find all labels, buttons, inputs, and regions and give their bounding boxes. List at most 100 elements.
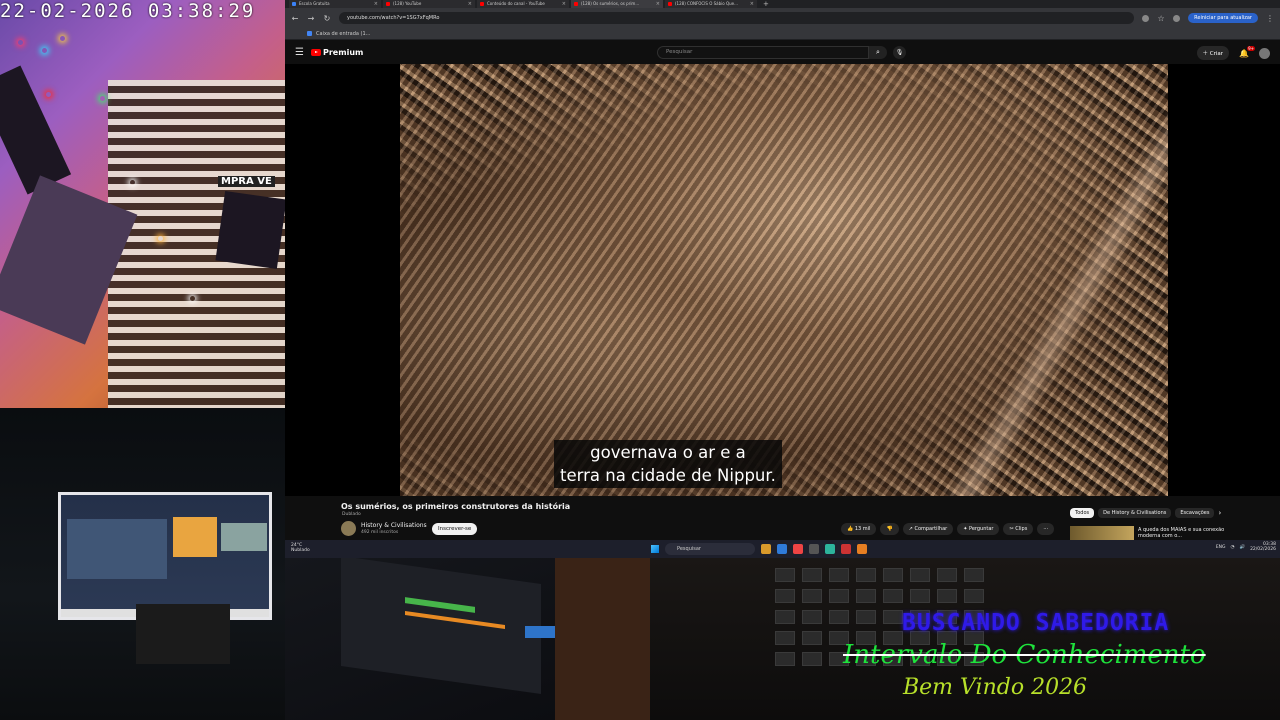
video-player[interactable]: governava o ar e a terra na cidade de Ni…	[285, 64, 1280, 496]
share-button[interactable]: ↗ Compartilhar	[902, 523, 954, 535]
recommended-video-thumbnail[interactable]	[1070, 526, 1134, 540]
channel-avatar[interactable]	[341, 521, 356, 536]
search-bar: Pesquisar ⌕ 🎙	[657, 46, 906, 59]
tab-youtube[interactable]: (128) YouTube ×	[383, 0, 475, 8]
close-icon[interactable]: ×	[750, 0, 754, 8]
app-icon[interactable]	[809, 544, 819, 554]
app-icon[interactable]	[841, 544, 851, 554]
close-icon[interactable]: ×	[562, 0, 566, 8]
windows-start-icon[interactable]	[651, 545, 659, 553]
youtube-header: ☰ Premium Pesquisar ⌕ 🎙 ＋ Criar 🔔 9+	[285, 40, 1280, 64]
secondary-monitor	[58, 492, 272, 620]
reload-icon[interactable]: ↻	[323, 14, 331, 23]
lamp-silhouette	[0, 65, 72, 195]
controller-pad	[802, 610, 822, 624]
controller-pad	[964, 568, 984, 582]
extension-icon[interactable]	[1142, 14, 1150, 22]
weather-desc: Nublado	[291, 548, 310, 553]
chip-channel[interactable]: De History & Civilisations	[1098, 508, 1172, 518]
create-button[interactable]: ＋ Criar	[1196, 46, 1230, 60]
webcam-feed: MPRA VE 22-02-2026 03:38:29	[0, 0, 285, 408]
tab-channel-content[interactable]: Conteúdo do canal - YouTube ×	[477, 0, 569, 8]
edge-icon[interactable]	[777, 544, 787, 554]
more-actions-button[interactable]: ···	[1037, 523, 1055, 535]
string-light	[190, 296, 195, 301]
avatar[interactable]	[1259, 47, 1270, 59]
bookmark-inbox[interactable]: Caixa de entrada (1...	[316, 31, 370, 37]
app-icon[interactable]	[825, 544, 835, 554]
monitor-content	[173, 517, 217, 557]
youtube-favicon-icon	[574, 2, 578, 6]
ask-button[interactable]: ✦ Perguntar	[957, 523, 1000, 535]
shop-sign: MPRA VE	[218, 176, 275, 187]
recommended-video-title[interactable]: A queda dos MAIAS e sua conexão moderna …	[1138, 527, 1228, 539]
clips-button[interactable]: ✂ Clips	[1003, 523, 1034, 535]
file-explorer-icon[interactable]	[761, 544, 771, 554]
video-frame-cuneiform-tablet[interactable]	[400, 64, 1168, 496]
taskbar-clock[interactable]: 03:38 22/02/2026	[1250, 542, 1276, 552]
controller-pad	[775, 589, 795, 603]
recommendation-chips: Todos De History & Civilisations Escavaç…	[1070, 508, 1221, 518]
controller-pad	[775, 610, 795, 624]
like-button[interactable]: 👍 13 mil	[841, 523, 877, 535]
hamburger-menu-icon[interactable]: ☰	[295, 47, 311, 58]
bookmark-star-icon[interactable]: ☆	[1157, 14, 1165, 23]
tab-strip: Escola Gratuita × (128) YouTube × Conteúdo…	[285, 0, 1280, 8]
controller-pad	[883, 589, 903, 603]
close-icon[interactable]: ×	[468, 0, 472, 8]
subscribe-button[interactable]: Inscrever-se	[432, 523, 478, 535]
controller-pad	[775, 631, 795, 645]
youtube-favicon-icon	[386, 2, 390, 6]
controller-pad	[910, 568, 930, 582]
overlay-subtitle: Intervalo Do Conhecimento	[843, 640, 1206, 670]
tab-escola[interactable]: Escola Gratuita ×	[289, 0, 381, 8]
new-tab-button[interactable]: +	[759, 0, 769, 8]
speaker-silhouette	[215, 191, 285, 269]
like-count: 13 mil	[854, 526, 871, 532]
share-label: Compartilhar	[914, 526, 948, 532]
close-icon[interactable]: ×	[656, 0, 660, 8]
bookmarks-bar: Caixa de entrada (1...	[285, 28, 1280, 40]
studio-camera-mixer	[285, 558, 555, 720]
controller-pad	[856, 610, 876, 624]
forward-icon[interactable]: →	[307, 14, 315, 23]
weather-widget[interactable]: 24°C Nublado	[291, 543, 310, 553]
menu-kebab-icon[interactable]: ⋮	[1266, 14, 1274, 23]
chrome-icon[interactable]	[793, 544, 803, 554]
back-icon[interactable]: ←	[291, 14, 299, 23]
video-actions: 👍 13 mil 👎 ↗ Compartilhar ✦ Perguntar ✂ …	[841, 523, 1055, 535]
browser-toolbar: ← → ↻ youtube.com/watch?v=1SG7xFqMRo ☆ R…	[285, 8, 1280, 28]
monitor-stand	[136, 604, 230, 664]
taskbar-search[interactable]: Pesquisar	[665, 543, 755, 555]
search-icon[interactable]: ⌕	[869, 46, 887, 59]
favicon-icon	[292, 2, 296, 6]
video-title: Os sumérios, os primeiros construtores d…	[341, 502, 571, 511]
wifi-icon[interactable]: ◔	[1231, 545, 1235, 550]
vlc-icon[interactable]	[857, 544, 867, 554]
dubbed-label: Dublado	[342, 512, 361, 517]
microphone-icon[interactable]: 🎙	[893, 46, 906, 59]
dislike-button[interactable]: 👎	[880, 523, 899, 535]
notifications-bell-icon[interactable]: 🔔 9+	[1239, 45, 1255, 58]
monitor-screen	[61, 495, 269, 617]
volume-icon[interactable]: 🔊	[1239, 545, 1245, 550]
address-bar[interactable]: youtube.com/watch?v=1SG7xFqMRo	[339, 12, 1135, 24]
channel-name[interactable]: History & Civilisations	[361, 522, 427, 529]
chip-all[interactable]: Todos	[1070, 508, 1095, 518]
taskbar-apps	[761, 544, 867, 554]
youtube-logo[interactable]: Premium	[311, 48, 363, 57]
tab-confucio[interactable]: (128) CONFOCIS O Sábio Que... ×	[665, 0, 757, 8]
profile-icon[interactable]	[1173, 14, 1181, 22]
search-input[interactable]: Pesquisar	[657, 46, 869, 59]
tab-label: (128) YouTube	[393, 1, 422, 6]
lang-indicator[interactable]: ENG	[1216, 545, 1226, 550]
chip-excavations[interactable]: Escavações	[1175, 508, 1215, 518]
tab-sumerios[interactable]: (128) Os sumérios, os prim... ×	[571, 0, 663, 8]
webcam-timestamp: 22-02-2026 03:38:29	[0, 0, 256, 22]
relaunch-button[interactable]: Reiniciar para atualizar	[1188, 13, 1258, 23]
controller-pad	[829, 568, 849, 582]
chevron-right-icon[interactable]: ›	[1218, 509, 1221, 517]
close-icon[interactable]: ×	[374, 0, 378, 8]
controller-pad	[775, 652, 795, 666]
monitor-content	[67, 519, 167, 579]
